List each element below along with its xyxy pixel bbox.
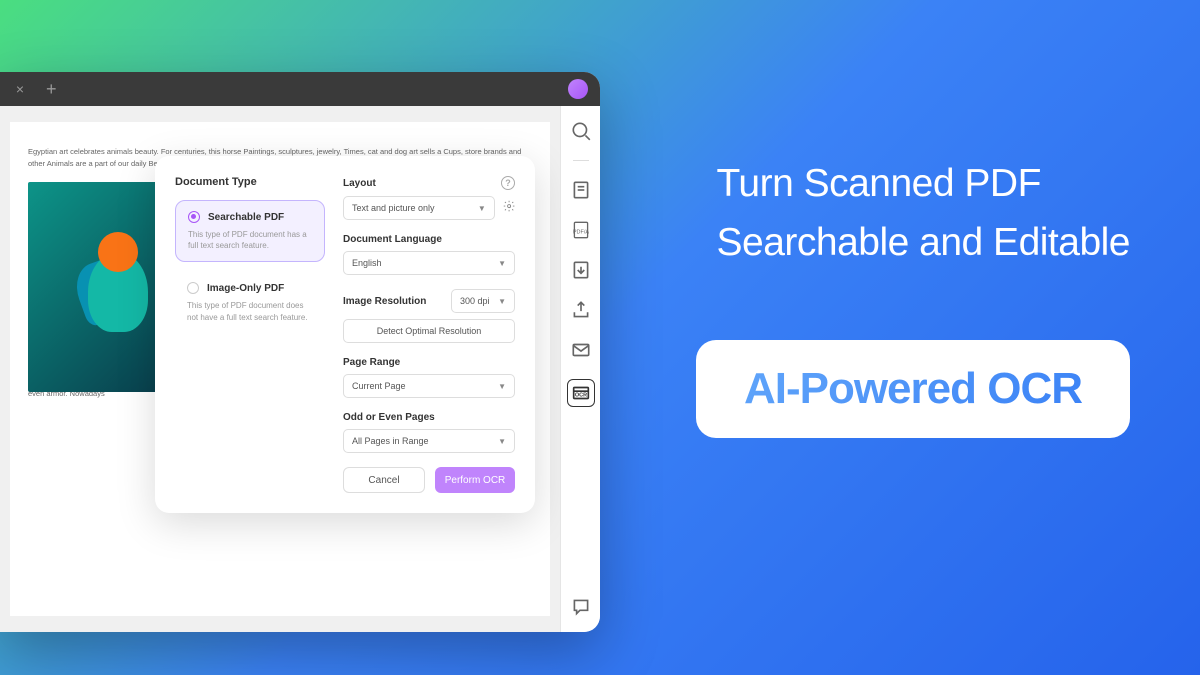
help-icon[interactable]: ? <box>501 176 515 190</box>
pdfa-icon[interactable]: PDF/A <box>570 219 592 241</box>
marketing-headline: Turn Scanned PDF Searchable and Editable <box>717 155 1130 272</box>
marketing-badge: AI-Powered OCR <box>696 340 1130 438</box>
cancel-button[interactable]: Cancel <box>343 467 425 493</box>
titlebar: × + <box>0 72 600 106</box>
option-description: This type of PDF document has a full tex… <box>188 229 312 251</box>
chevron-down-icon: ▼ <box>478 204 486 213</box>
odd-even-select[interactable]: All Pages in Range ▼ <box>343 429 515 453</box>
searchable-pdf-option[interactable]: Searchable PDF This type of PDF document… <box>175 200 325 262</box>
perform-ocr-button[interactable]: Perform OCR <box>435 467 515 493</box>
detect-resolution-button[interactable]: Detect Optimal Resolution <box>343 319 515 343</box>
chevron-down-icon: ▼ <box>498 437 506 446</box>
new-tab-icon[interactable]: + <box>46 79 57 100</box>
language-select[interactable]: English ▼ <box>343 251 515 275</box>
svg-text:OCR: OCR <box>574 393 586 399</box>
image-only-pdf-option[interactable]: Image-Only PDF This type of PDF document… <box>175 272 325 332</box>
svg-text:PDF/A: PDF/A <box>572 229 589 235</box>
content-area: Egyptian art celebrates animals beauty. … <box>0 106 600 632</box>
document-view: Egyptian art celebrates animals beauty. … <box>0 106 560 632</box>
document-type-heading: Document Type <box>175 176 325 188</box>
comment-icon[interactable] <box>570 596 592 618</box>
chevron-down-icon: ▼ <box>498 297 506 306</box>
right-sidebar: PDF/A OCR <box>560 106 600 632</box>
badge-text: AI-Powered OCR <box>744 364 1082 414</box>
search-icon[interactable] <box>570 120 592 142</box>
radio-icon <box>187 282 199 294</box>
resolution-label: Image Resolution <box>343 296 426 307</box>
ocr-icon[interactable]: OCR <box>567 379 595 407</box>
user-avatar[interactable] <box>568 79 588 99</box>
odd-even-label: Odd or Even Pages <box>343 412 515 423</box>
resolution-select[interactable]: 300 dpi ▼ <box>451 289 515 313</box>
layout-select[interactable]: Text and picture only ▼ <box>343 196 495 220</box>
language-label: Document Language <box>343 234 515 245</box>
option-description: This type of PDF document does not have … <box>187 300 313 322</box>
thumbnail-icon[interactable] <box>570 179 592 201</box>
page-range-select[interactable]: Current Page ▼ <box>343 374 515 398</box>
ocr-settings-dialog: Document Type Searchable PDF This type o… <box>155 156 535 513</box>
layout-label: Layout <box>343 178 376 189</box>
chevron-down-icon: ▼ <box>498 259 506 268</box>
option-label: Searchable PDF <box>208 212 284 223</box>
page-range-label: Page Range <box>343 357 515 368</box>
separator <box>573 160 589 161</box>
radio-icon <box>188 211 200 223</box>
close-tab-icon[interactable]: × <box>12 81 28 97</box>
app-window: × + Egyptian art celebrates animals beau… <box>0 72 600 632</box>
share-icon[interactable] <box>570 299 592 321</box>
gear-icon[interactable] <box>503 199 515 217</box>
chevron-down-icon: ▼ <box>498 382 506 391</box>
option-label: Image-Only PDF <box>207 283 284 294</box>
mail-icon[interactable] <box>570 339 592 361</box>
compress-icon[interactable] <box>570 259 592 281</box>
